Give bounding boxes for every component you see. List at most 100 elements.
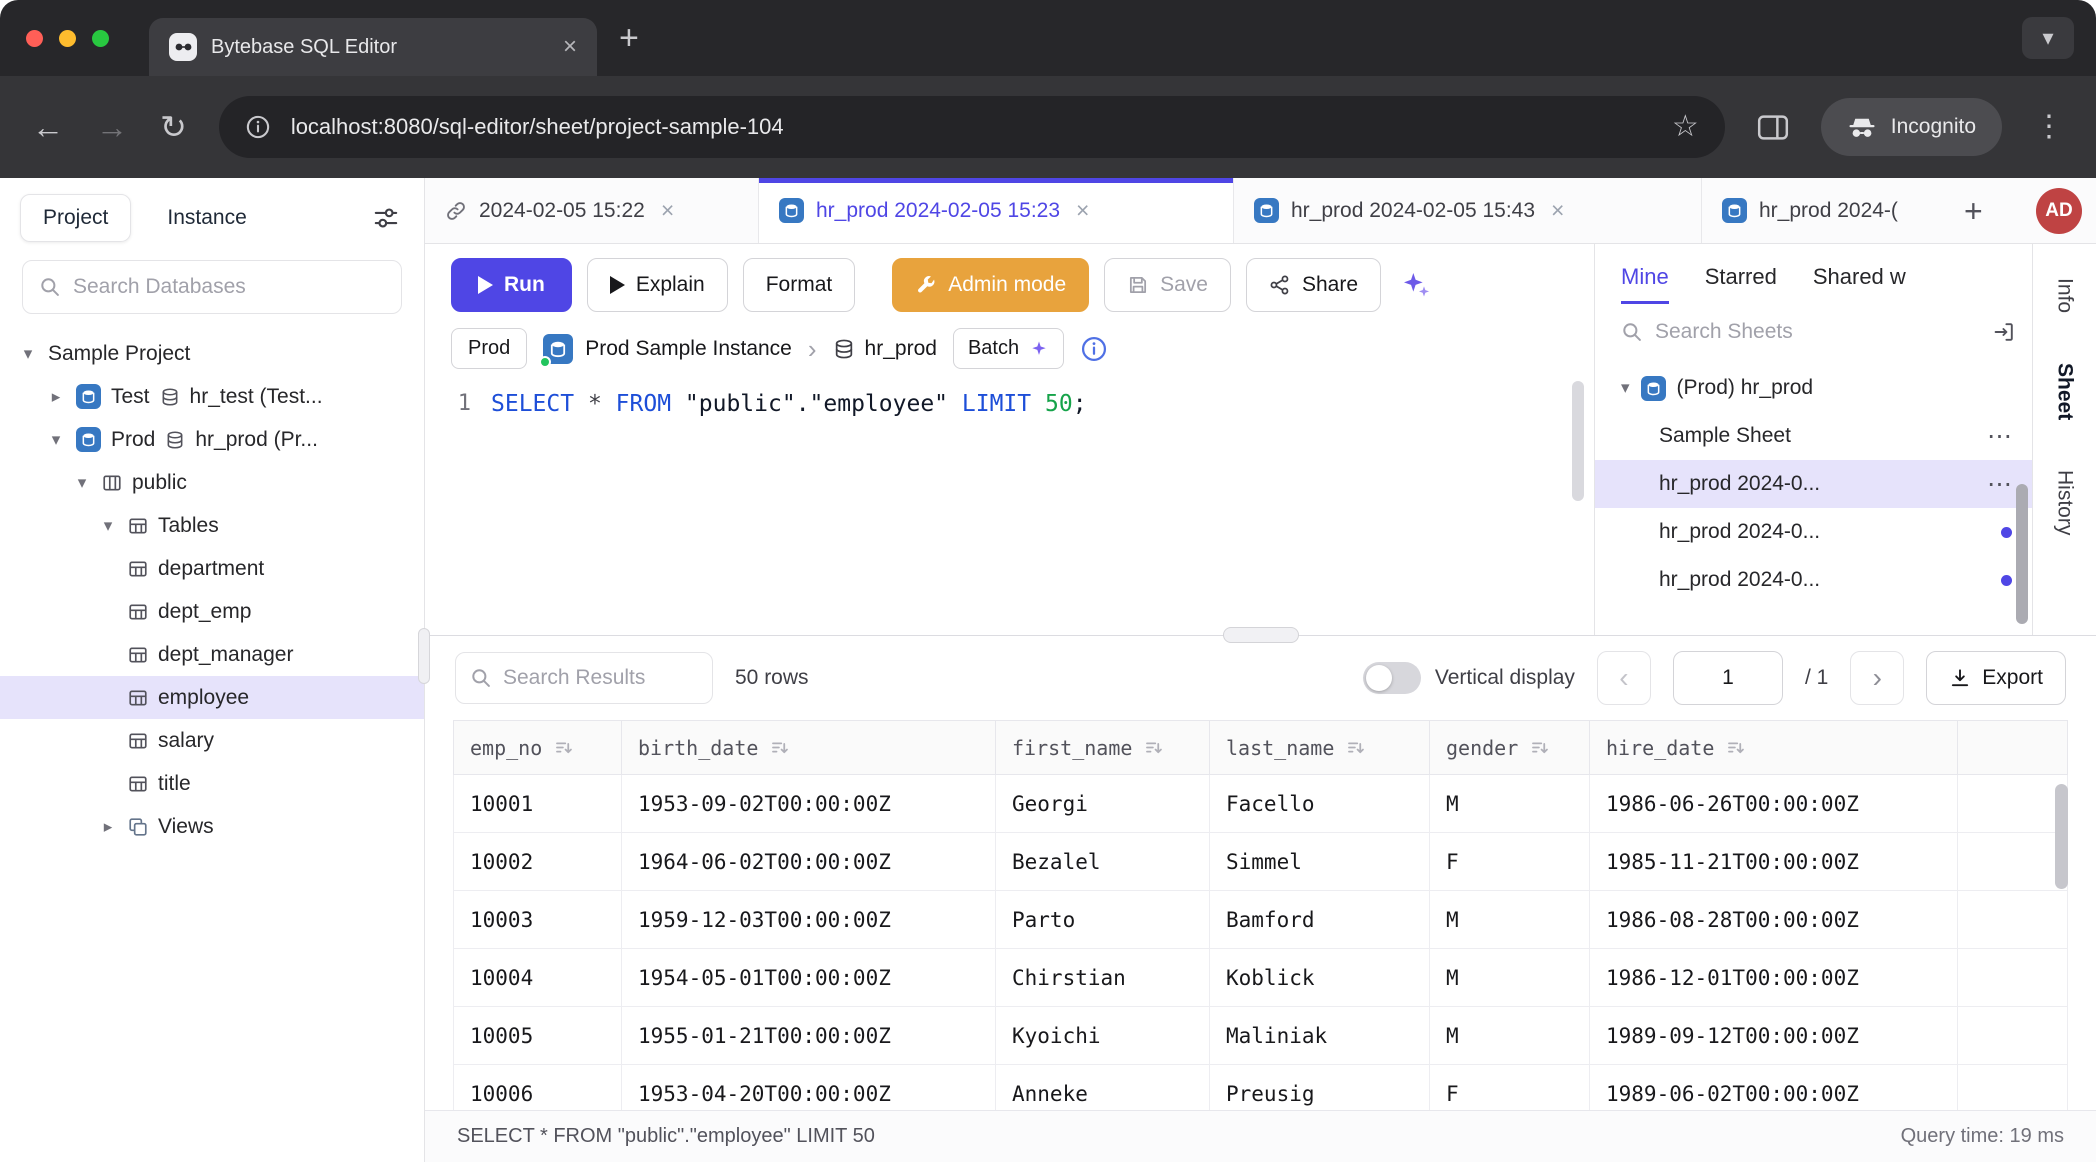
import-sheet-icon[interactable] — [1992, 320, 2016, 344]
run-button[interactable]: Run — [451, 258, 572, 312]
chevron-down-icon[interactable]: ▾ — [1621, 378, 1630, 398]
filter-sliders-icon[interactable] — [372, 204, 400, 232]
save-button[interactable]: Save — [1104, 258, 1231, 312]
share-button[interactable]: Share — [1246, 258, 1381, 312]
sheet-actions-icon[interactable]: ⋯ — [1987, 424, 2012, 449]
cell[interactable]: M — [1430, 891, 1590, 949]
cell[interactable]: 10001 — [454, 775, 622, 833]
cell[interactable]: Maliniak — [1210, 1007, 1430, 1065]
cell[interactable]: 10004 — [454, 949, 622, 1007]
cell[interactable]: Kyoichi — [996, 1007, 1210, 1065]
new-sheet-tab-button[interactable]: + — [1964, 195, 1983, 227]
tree-item-schema-public[interactable]: ▾ public — [0, 461, 424, 504]
close-tab-icon[interactable]: × — [563, 35, 577, 59]
new-tab-button[interactable]: + — [619, 21, 639, 55]
cell[interactable]: 10006 — [454, 1065, 622, 1111]
user-avatar[interactable]: AD — [2036, 188, 2082, 234]
tree-item-table-dept-emp[interactable]: dept_emp — [0, 590, 424, 633]
tab-shared[interactable]: Shared w — [1813, 264, 1906, 304]
cell[interactable]: 1986-12-01T00:00:00Z — [1590, 949, 1958, 1007]
ai-sparkles-icon[interactable] — [1396, 269, 1436, 301]
cell[interactable]: Georgi — [996, 775, 1210, 833]
environment-badge[interactable]: Prod — [451, 328, 527, 369]
chevron-down-icon[interactable]: ▾ — [18, 344, 38, 364]
tab-history[interactable]: History — [2053, 470, 2077, 535]
tree-item-table-title[interactable]: title — [0, 762, 424, 805]
cell[interactable]: 1989-09-12T00:00:00Z — [1590, 1007, 1958, 1065]
vertical-display-toggle[interactable] — [1363, 662, 1421, 694]
column-header-emp-no[interactable]: emp_no — [454, 721, 622, 775]
chevron-down-icon[interactable]: ▾ — [72, 473, 92, 493]
batch-button[interactable]: Batch — [953, 328, 1064, 369]
format-button[interactable]: Format — [743, 258, 856, 312]
cell[interactable]: 1953-09-02T00:00:00Z — [622, 775, 996, 833]
chevron-down-icon[interactable]: ▾ — [98, 516, 118, 536]
editor-scrollbar[interactable] — [1572, 381, 1584, 501]
connection-info-icon[interactable] — [1080, 335, 1108, 363]
tab-starred[interactable]: Starred — [1705, 264, 1777, 304]
back-button[interactable]: ← — [32, 111, 64, 143]
cell[interactable]: 1955-01-21T00:00:00Z — [622, 1007, 996, 1065]
explain-button[interactable]: Explain — [587, 258, 728, 312]
sheet-group-row[interactable]: ▾ (Prod) hr_prod — [1595, 364, 2032, 412]
cell[interactable]: 1953-04-20T00:00:00Z — [622, 1065, 996, 1111]
cell[interactable]: 1964-06-02T00:00:00Z — [622, 833, 996, 891]
cell[interactable]: M — [1430, 775, 1590, 833]
editor-tab-1[interactable]: 2024-02-05 15:22 × — [425, 178, 759, 243]
site-info-icon[interactable] — [245, 114, 271, 140]
tree-item-views-group[interactable]: ▸ Views — [0, 805, 424, 848]
tree-item-table-employee[interactable]: employee — [0, 676, 424, 719]
column-header-gender[interactable]: gender — [1430, 721, 1590, 775]
database-search[interactable] — [22, 260, 402, 314]
cell[interactable]: 1986-08-28T00:00:00Z — [1590, 891, 1958, 949]
chevron-right-icon[interactable]: ▸ — [46, 387, 66, 407]
cell[interactable]: F — [1430, 1065, 1590, 1111]
tab-mine[interactable]: Mine — [1621, 264, 1669, 304]
close-tab-icon[interactable]: × — [1551, 199, 1564, 222]
cell[interactable]: 1986-06-26T00:00:00Z — [1590, 775, 1958, 833]
close-tab-icon[interactable]: × — [661, 199, 674, 222]
cell[interactable]: 10005 — [454, 1007, 622, 1065]
panel-resize-handle[interactable] — [1223, 627, 1299, 643]
sheet-search[interactable] — [1595, 304, 2032, 352]
sidebar-resize-handle[interactable] — [418, 628, 430, 684]
tree-item-env-prod[interactable]: ▾ Prod hr_prod (Pr... — [0, 418, 424, 461]
cell[interactable]: F — [1430, 833, 1590, 891]
tree-item-tables-group[interactable]: ▾ Tables — [0, 504, 424, 547]
admin-mode-button[interactable]: Admin mode — [892, 258, 1089, 312]
results-search-input[interactable] — [503, 666, 698, 690]
cell[interactable]: 10003 — [454, 891, 622, 949]
minimize-window-button[interactable] — [59, 30, 76, 47]
instance-selector[interactable]: Prod Sample Instance — [543, 334, 792, 364]
cell[interactable]: Koblick — [1210, 949, 1430, 1007]
cell[interactable]: 1954-05-01T00:00:00Z — [622, 949, 996, 1007]
cell[interactable]: 10002 — [454, 833, 622, 891]
url-text[interactable]: localhost:8080/sql-editor/sheet/project-… — [291, 114, 1652, 140]
browser-menu-icon[interactable]: ⋮ — [2034, 112, 2064, 142]
close-window-button[interactable] — [26, 30, 43, 47]
forward-button[interactable]: → — [96, 111, 128, 143]
next-page-button[interactable]: › — [1850, 651, 1904, 705]
tab-info[interactable]: Info — [2053, 278, 2077, 313]
bookmark-star-icon[interactable]: ☆ — [1672, 112, 1699, 142]
table-scrollbar[interactable] — [2055, 784, 2068, 889]
editor-tab-2-active[interactable]: hr_prod 2024-02-05 15:23 × — [759, 178, 1234, 243]
tree-item-env-test[interactable]: ▸ Test hr_test (Test... — [0, 375, 424, 418]
cell[interactable]: Bamford — [1210, 891, 1430, 949]
sheet-list-scrollbar[interactable] — [2016, 484, 2028, 624]
side-panel-icon[interactable] — [1757, 114, 1789, 141]
chevron-down-icon[interactable]: ▾ — [46, 430, 66, 450]
tab-search-chevron-icon[interactable]: ▾ — [2022, 17, 2074, 59]
maximize-window-button[interactable] — [92, 30, 109, 47]
editor-tab-4[interactable]: hr_prod 2024-( — [1702, 178, 1952, 243]
tree-item-table-salary[interactable]: salary — [0, 719, 424, 762]
chevron-right-icon[interactable]: ▸ — [98, 817, 118, 837]
tree-item-table-department[interactable]: department — [0, 547, 424, 590]
sheet-item-selected[interactable]: hr_prod 2024-0... ⋯ — [1595, 460, 2032, 508]
prev-page-button[interactable]: ‹ — [1597, 651, 1651, 705]
cell[interactable]: 1959-12-03T00:00:00Z — [622, 891, 996, 949]
cell[interactable]: 1989-06-02T00:00:00Z — [1590, 1065, 1958, 1111]
database-selector[interactable]: hr_prod — [833, 337, 937, 361]
results-search[interactable] — [455, 652, 713, 704]
tree-item-project[interactable]: ▾ Sample Project — [0, 332, 424, 375]
